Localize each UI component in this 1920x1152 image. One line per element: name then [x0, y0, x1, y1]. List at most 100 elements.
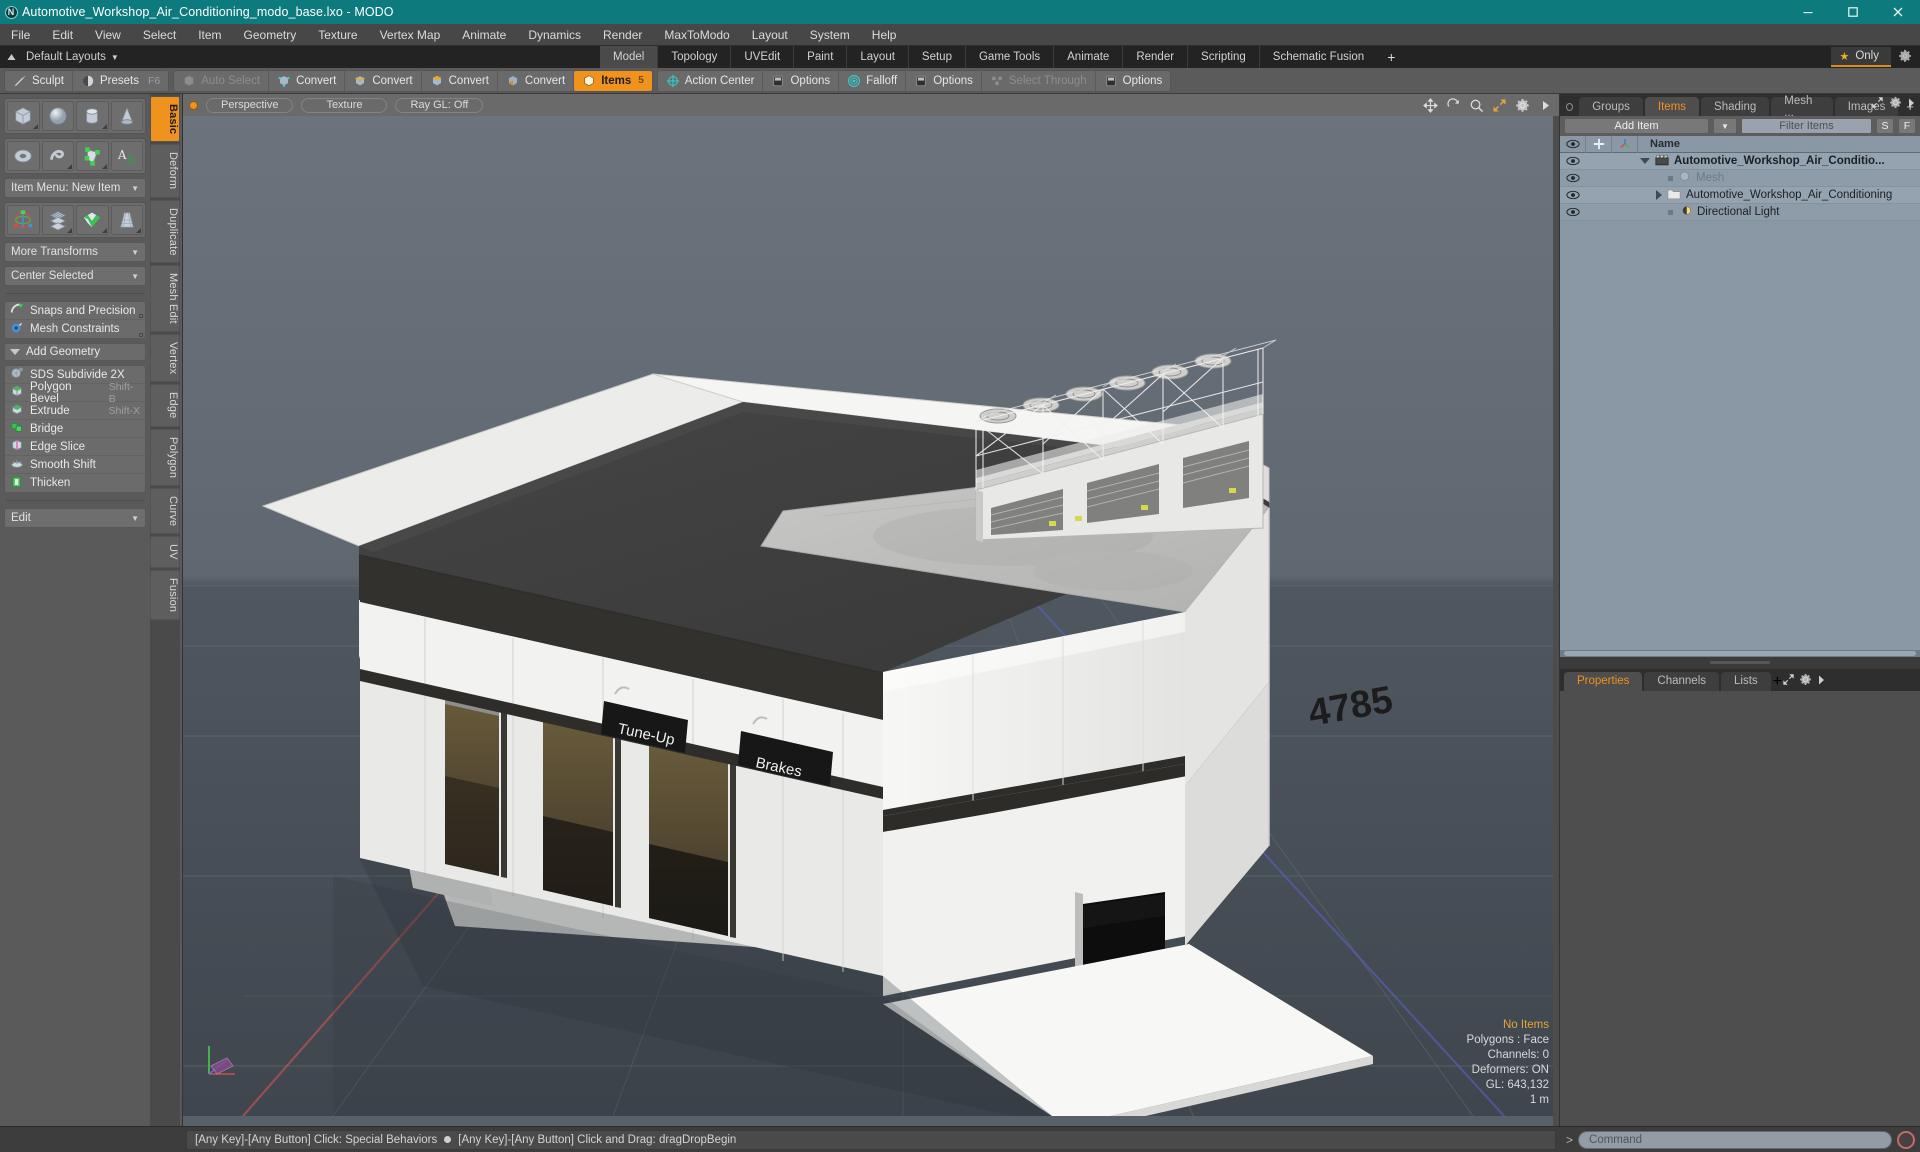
add-item-button[interactable]: Add Item	[1564, 118, 1709, 134]
snaps-and-precision-row[interactable]: Snaps and Precision	[5, 302, 145, 320]
add-item-dropdown[interactable]: ▼	[1713, 118, 1737, 134]
snaps-expand-dot[interactable]	[139, 314, 143, 318]
vtab-fusion[interactable]: Fusion	[150, 570, 180, 621]
checker-plane-icon[interactable]	[76, 205, 109, 235]
eye-icon[interactable]	[1560, 207, 1586, 217]
more-transforms-dropdown[interactable]: More Transforms ▼	[4, 242, 146, 262]
properties-panel-body[interactable]	[1560, 690, 1920, 1126]
spiral-primitive-icon[interactable]	[41, 141, 74, 171]
polygon-pen-icon[interactable]	[76, 141, 109, 171]
maximize-icon[interactable]	[1830, 0, 1875, 24]
fit-expand-icon[interactable]	[1782, 673, 1799, 690]
vtab-edge[interactable]: Edge	[150, 384, 180, 427]
only-toggle-button[interactable]: ★ Only	[1831, 47, 1891, 67]
add-geometry-header[interactable]: Add Geometry	[4, 343, 146, 361]
triangle-down-icon[interactable]	[1640, 158, 1650, 164]
mesh-constraints-row[interactable]: Mesh Constraints	[5, 320, 145, 338]
layout-tab-paint[interactable]: Paint	[793, 46, 846, 68]
thicken-row[interactable]: Thicken	[5, 474, 145, 492]
eye-icon[interactable]	[1560, 190, 1586, 200]
shading-mode-button[interactable]: Texture	[301, 97, 388, 113]
record-icon[interactable]	[1897, 1130, 1915, 1149]
auto-select-button[interactable]: Auto Select	[174, 70, 270, 91]
items-mode-button[interactable]: Items 5	[574, 70, 652, 91]
bridge-row[interactable]: Bridge	[5, 420, 145, 438]
tab-lists[interactable]: Lists	[1721, 671, 1771, 691]
panel-splitter[interactable]	[1560, 656, 1920, 669]
cube-primitive-icon[interactable]	[7, 101, 40, 131]
gear-icon[interactable]	[1894, 49, 1916, 66]
tab-properties[interactable]: Properties	[1564, 671, 1643, 691]
constraints-expand-dot[interactable]	[139, 333, 143, 337]
layout-tab-model[interactable]: Model	[600, 46, 658, 68]
sphere-primitive-icon[interactable]	[41, 101, 74, 131]
torus-primitive-icon[interactable]	[7, 141, 40, 171]
tab-channels[interactable]: Channels	[1644, 671, 1720, 691]
layout-collapse-icon[interactable]	[0, 46, 22, 68]
filter-f-button[interactable]: F	[1898, 118, 1916, 134]
item-menu-dropdown[interactable]: Item Menu: New Item ▼	[4, 178, 146, 198]
arrow-right-icon[interactable]	[1537, 97, 1553, 113]
fit-expand-icon[interactable]	[1871, 96, 1884, 114]
action-center-options-button[interactable]: Options	[763, 70, 840, 91]
convert-material-button[interactable]: Convert	[498, 70, 575, 91]
filter-items-input[interactable]: Filter Items	[1741, 118, 1872, 134]
presets-button[interactable]: Presets F6	[73, 71, 168, 91]
default-layouts-dropdown[interactable]: Default Layouts ▼	[22, 51, 119, 63]
falloff-options-button[interactable]: Options	[906, 70, 982, 91]
convert-vertex-button[interactable]: Convert	[269, 70, 346, 91]
edge-slice-row[interactable]: Edge Slice	[5, 438, 145, 456]
menu-vertex-map[interactable]: Vertex Map	[369, 24, 452, 46]
eye-icon[interactable]	[1560, 173, 1586, 183]
vtab-uv[interactable]: UV	[150, 536, 180, 569]
vtab-basic[interactable]: Basic	[150, 96, 180, 143]
mesh-grid-icon[interactable]	[41, 205, 74, 235]
items-horizontal-scrollbar[interactable]	[1560, 649, 1920, 657]
viewport-3d[interactable]: Tune-Up Brakes Oi-Change	[183, 116, 1559, 1126]
gear-icon[interactable]	[1889, 96, 1902, 114]
arrow-right-icon[interactable]	[1907, 96, 1916, 114]
taper-grid-icon[interactable]	[110, 205, 143, 235]
menu-layout[interactable]: Layout	[741, 24, 799, 46]
triangle-right-icon[interactable]	[1656, 190, 1662, 200]
menu-geometry[interactable]: Geometry	[233, 24, 308, 46]
smooth-shift-row[interactable]: Smooth Shift	[5, 456, 145, 474]
cone-primitive-icon[interactable]	[110, 101, 143, 131]
rotate-icon[interactable]	[1445, 97, 1461, 113]
vtab-mesh-edit[interactable]: Mesh Edit	[150, 265, 180, 333]
layout-tab-game-tools[interactable]: Game Tools	[964, 46, 1053, 68]
tab-groups[interactable]: Groups	[1579, 97, 1643, 116]
view-mode-button[interactable]: Perspective	[206, 97, 294, 113]
menu-file[interactable]: File	[0, 24, 41, 46]
item-row-directional-light[interactable]: Directional Light	[1560, 204, 1920, 221]
tab-shading[interactable]: Shading	[1701, 97, 1770, 116]
gear-icon[interactable]	[1514, 97, 1530, 113]
layout-tab-uvedit[interactable]: UVEdit	[730, 46, 793, 68]
menu-select[interactable]: Select	[132, 24, 187, 46]
vtab-polygon[interactable]: Polygon	[150, 428, 180, 487]
raygl-button[interactable]: Ray GL: Off	[395, 97, 484, 113]
menu-texture[interactable]: Texture	[307, 24, 368, 46]
close-icon[interactable]	[1875, 0, 1920, 24]
sculpt-button[interactable]: Sculpt	[5, 70, 73, 91]
panel-menu-dot-icon[interactable]	[1566, 103, 1574, 111]
menu-maxtomodo[interactable]: MaxToModo	[653, 24, 740, 46]
fit-expand-icon[interactable]	[1491, 97, 1507, 113]
menu-render[interactable]: Render	[592, 24, 653, 46]
cylinder-primitive-icon[interactable]	[76, 101, 109, 131]
layout-tab-schematic-fusion[interactable]: Schematic Fusion	[1258, 46, 1377, 68]
minimize-icon[interactable]	[1785, 0, 1830, 24]
zoom-magnifier-icon[interactable]	[1468, 97, 1484, 113]
layout-tab-topology[interactable]: Topology	[657, 46, 730, 68]
layout-tab-setup[interactable]: Setup	[907, 46, 965, 68]
menu-item[interactable]: Item	[187, 24, 232, 46]
select-through-options-button[interactable]: Options	[1096, 71, 1171, 91]
layout-tab-scripting[interactable]: Scripting	[1187, 46, 1259, 68]
menu-help[interactable]: Help	[861, 24, 908, 46]
menu-view[interactable]: View	[84, 24, 132, 46]
add-layout-tab-button[interactable]: +	[1377, 46, 1405, 68]
vtab-vertex[interactable]: Vertex	[150, 334, 180, 383]
convert-edge-button[interactable]: Convert	[345, 70, 422, 91]
transform-gizmo-icon[interactable]	[7, 205, 40, 235]
vtab-duplicate[interactable]: Duplicate	[150, 199, 180, 264]
